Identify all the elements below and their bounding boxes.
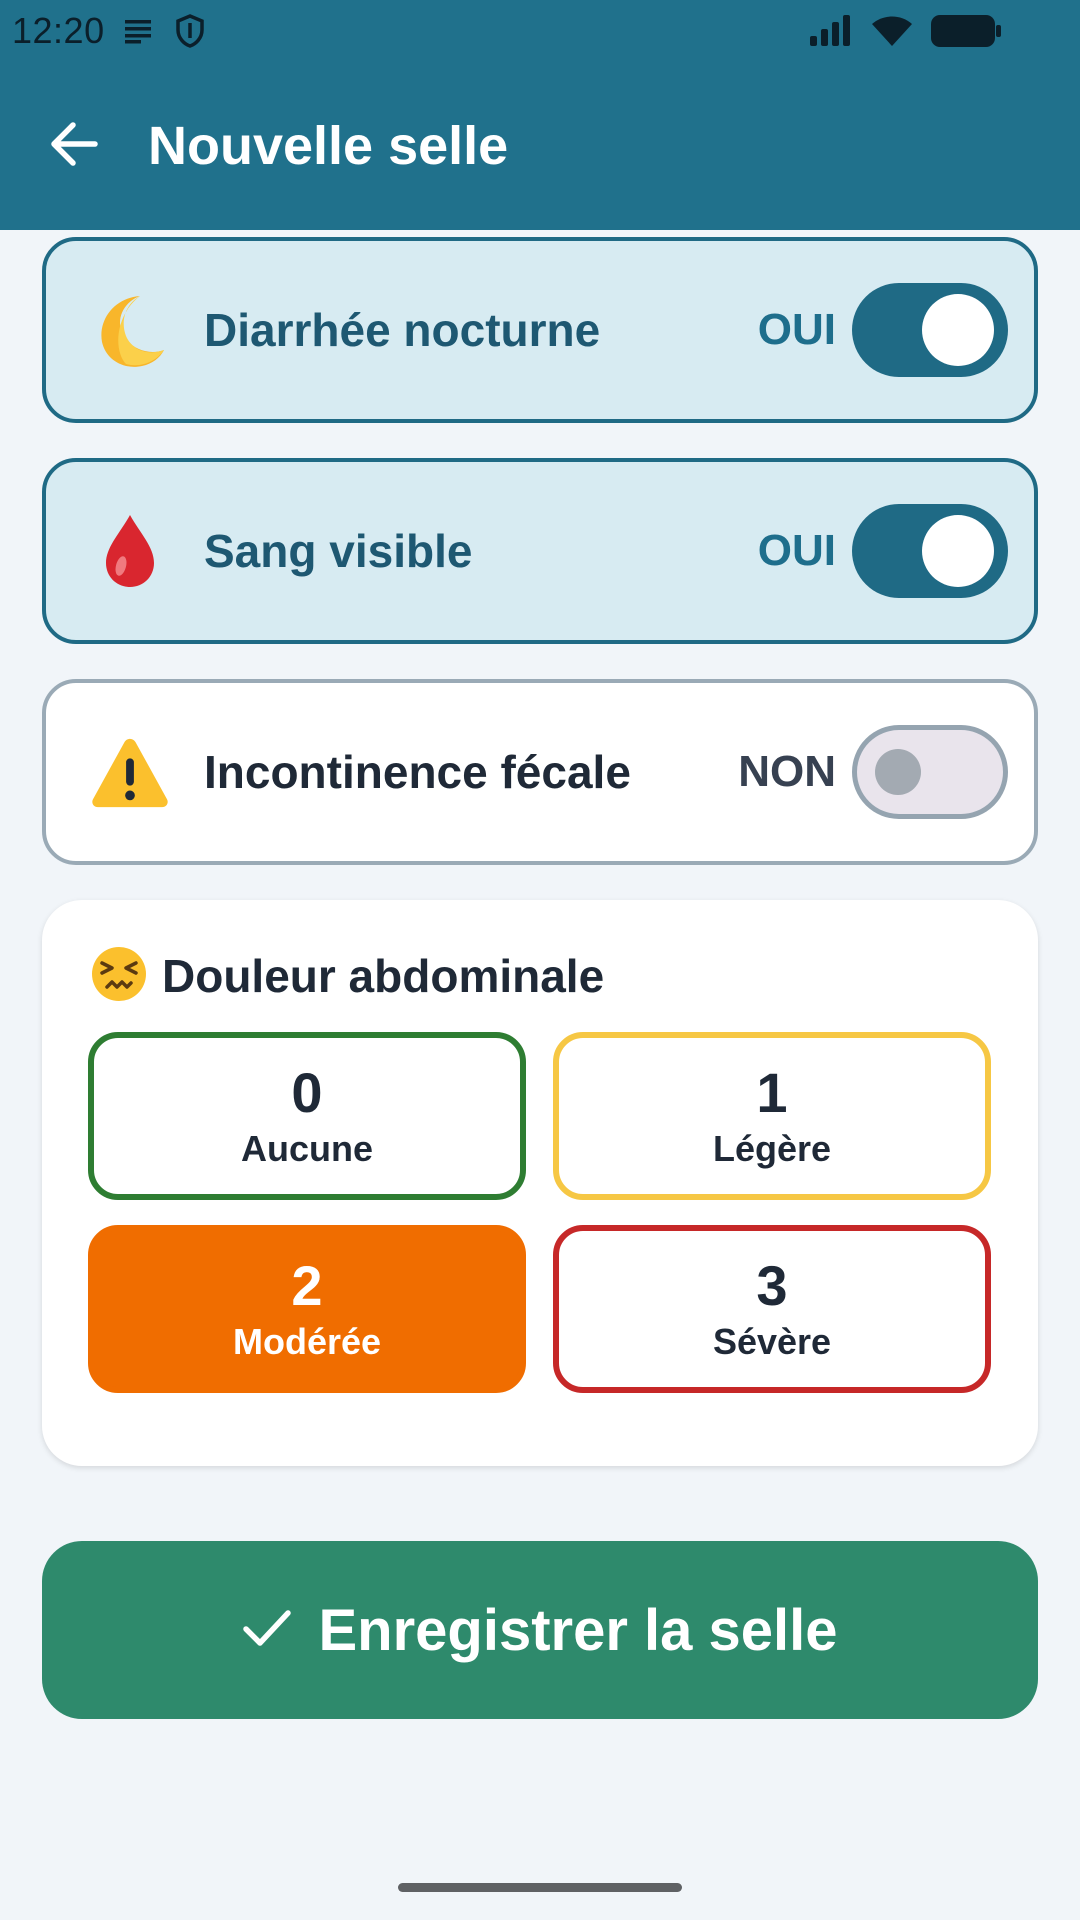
pain-value: 1 bbox=[756, 1061, 788, 1125]
warning-icon bbox=[90, 732, 170, 812]
toggle-state-text: OUI bbox=[757, 526, 836, 575]
switch-knob bbox=[922, 294, 994, 366]
pain-title: Douleur abdominale bbox=[90, 946, 605, 1004]
switch-knob bbox=[875, 749, 921, 795]
pain-option-2[interactable]: 2 Modérée bbox=[88, 1225, 526, 1393]
blood-drop-icon bbox=[90, 511, 170, 591]
persevering-face-icon bbox=[90, 945, 148, 1008]
pain-label: Modérée bbox=[232, 1320, 382, 1362]
abdominal-pain-panel: Douleur abdominale 0 Aucune 1 Légère 2 M… bbox=[42, 900, 1038, 1466]
pain-option-1[interactable]: 1 Légère bbox=[553, 1032, 991, 1200]
toggle-label: Sang visible bbox=[204, 525, 473, 577]
toggle-card-visible-blood: Sang visible OUI bbox=[42, 458, 1038, 644]
toggle-label: Incontinence fécale bbox=[204, 746, 631, 798]
battery-icon bbox=[930, 13, 1002, 49]
status-time: 12:20 bbox=[12, 10, 105, 51]
pain-value: 3 bbox=[756, 1254, 788, 1318]
toggle-state-text: OUI bbox=[757, 305, 836, 354]
pain-label: Sévère bbox=[712, 1320, 832, 1362]
toggle-state-text: NON bbox=[738, 747, 836, 796]
pain-option-3[interactable]: 3 Sévère bbox=[553, 1225, 991, 1393]
status-bar: 12:20 bbox=[0, 0, 1080, 62]
app-bar: Nouvelle selle bbox=[0, 62, 1080, 230]
pain-title-text: Douleur abdominale bbox=[162, 950, 605, 1002]
visible-blood-switch[interactable] bbox=[852, 504, 1008, 598]
home-indicator[interactable] bbox=[398, 1883, 682, 1892]
page-title: Nouvelle selle bbox=[148, 116, 509, 176]
pain-option-0[interactable]: 0 Aucune bbox=[88, 1032, 526, 1200]
toggle-label: Diarrhée nocturne bbox=[204, 304, 601, 356]
nocturnal-diarrhea-switch[interactable] bbox=[852, 283, 1008, 377]
crescent-moon-icon bbox=[90, 290, 170, 370]
fecal-incontinence-switch[interactable] bbox=[852, 725, 1008, 819]
arrow-left-icon bbox=[49, 121, 99, 172]
notes-icon bbox=[124, 18, 155, 44]
back-button[interactable] bbox=[42, 114, 106, 178]
signal-icon bbox=[808, 14, 854, 48]
pain-value: 0 bbox=[291, 1061, 323, 1125]
checkmark-icon bbox=[242, 1608, 292, 1653]
pain-value: 2 bbox=[291, 1254, 323, 1318]
wifi-icon bbox=[870, 14, 914, 48]
toggle-card-fecal-incontinence: Incontinence fécale NON bbox=[42, 679, 1038, 865]
save-stool-button[interactable]: Enregistrer la selle bbox=[42, 1541, 1038, 1719]
shield-icon bbox=[175, 14, 205, 48]
switch-knob bbox=[922, 515, 994, 587]
toggle-card-nocturnal-diarrhea: Diarrhée nocturne OUI bbox=[42, 237, 1038, 423]
pain-label: Légère bbox=[712, 1127, 832, 1169]
save-button-label: Enregistrer la selle bbox=[318, 1597, 838, 1663]
pain-label: Aucune bbox=[240, 1127, 373, 1169]
